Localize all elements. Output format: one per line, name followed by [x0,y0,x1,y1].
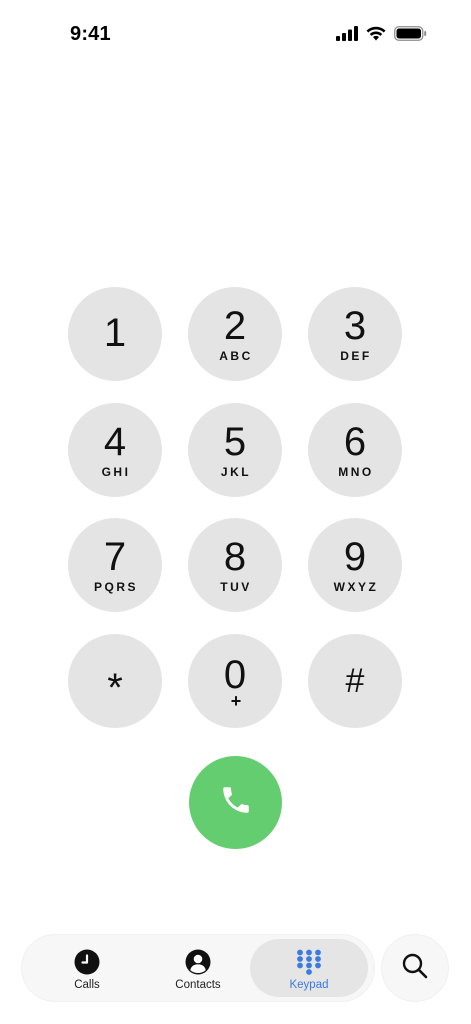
key-digit: * [107,666,123,710]
key-letters: TUV [220,580,252,594]
key-4[interactable]: 4 GHI [68,403,162,497]
key-digit: 0 [223,653,247,697]
key-letters: WXYZ [333,580,379,594]
status-bar: 9:41 [0,0,471,70]
key-digit: 2 [223,304,247,348]
status-time: 9:41 [70,23,111,45]
key-2[interactable]: 2 ABC [188,287,282,381]
tab-keypad[interactable]: Keypad [250,939,368,997]
key-hash[interactable]: # [308,634,402,728]
tab-label: Contacts [175,979,221,991]
key-digit: # [345,662,365,700]
key-digit: 8 [223,535,247,579]
key-3[interactable]: 3 DEF [308,287,402,381]
key-star[interactable]: * [68,634,162,728]
key-1[interactable]: 1 [68,287,162,381]
key-letters: PQRS [93,580,138,594]
key-digit: 3 [343,304,367,348]
battery-icon [394,26,427,46]
key-digit: 4 [103,420,127,464]
tab-contacts[interactable]: Contacts [139,939,257,997]
search-icon [401,952,429,985]
call-button[interactable] [189,756,282,849]
phone-icon [219,783,253,822]
key-letters: DEF [340,349,372,363]
tab-label: Calls [74,979,100,991]
key-8[interactable]: 8 TUV [188,518,282,612]
key-digit: 6 [343,420,367,464]
key-letters: JKL [220,465,252,479]
key-6[interactable]: 6 MNO [308,403,402,497]
key-5[interactable]: 5 JKL [188,403,282,497]
keypad-grid-icon [296,949,322,975]
key-digit: 5 [223,420,247,464]
key-digit: 9 [343,535,367,579]
person-circle-icon [185,949,211,975]
tab-bar: Calls Contacts Keypad [22,935,374,1001]
key-letters: MNO [338,465,374,479]
key-letters: + [230,691,242,711]
cellular-signal-icon [336,26,358,46]
key-digit: 7 [103,535,127,579]
wifi-icon [366,26,386,46]
key-letters: GHI [101,465,131,479]
search-button[interactable] [382,935,448,1001]
key-letters: ABC [219,349,253,363]
key-digit: 1 [103,311,127,355]
clock-icon [74,949,100,975]
key-9[interactable]: 9 WXYZ [308,518,402,612]
tab-calls[interactable]: Calls [28,939,146,997]
status-icons [336,26,427,46]
key-0[interactable]: 0 + [188,634,282,728]
key-7[interactable]: 7 PQRS [68,518,162,612]
tab-label: Keypad [289,979,329,991]
